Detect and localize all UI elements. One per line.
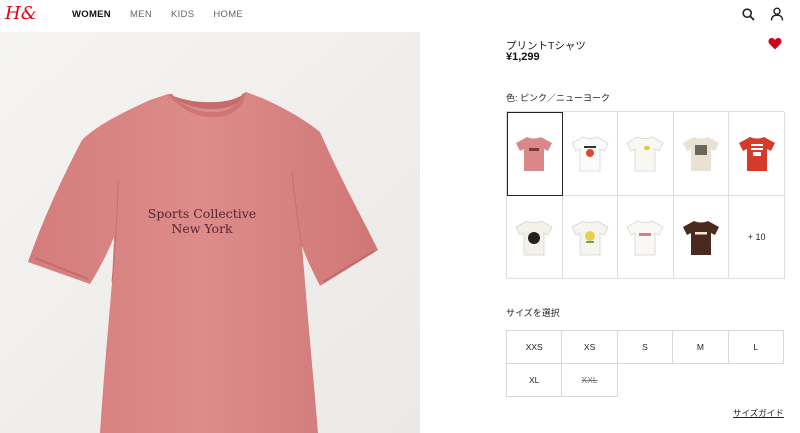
swatch-red-surf[interactable] bbox=[729, 112, 785, 196]
swatch-white-red-print[interactable] bbox=[562, 112, 619, 196]
heart-icon[interactable] bbox=[768, 37, 782, 50]
print-line-1: Sports Collective bbox=[148, 206, 256, 221]
tshirt-illustration: Sports Collective New York bbox=[0, 32, 420, 433]
size-xs[interactable]: XS bbox=[561, 330, 618, 364]
swatch-white-text-print[interactable] bbox=[618, 195, 674, 279]
size-label-text: L bbox=[753, 342, 759, 352]
nav-kids[interactable]: KIDS bbox=[171, 9, 194, 20]
nav-women[interactable]: WOMEN bbox=[72, 9, 111, 20]
size-label-text: S bbox=[642, 342, 648, 352]
svg-text:H&M: H&M bbox=[4, 3, 36, 24]
size-label-text: XXL bbox=[581, 375, 598, 385]
tshirt-thumb-icon bbox=[626, 220, 665, 256]
account-icon[interactable] bbox=[770, 7, 784, 21]
size-grid: XXS XS S M L XL XXL bbox=[506, 330, 784, 397]
swatch-white-lemon[interactable] bbox=[562, 195, 619, 279]
tshirt-thumb-icon bbox=[515, 220, 553, 256]
size-m[interactable]: M bbox=[672, 330, 729, 364]
tshirt-thumb-icon bbox=[626, 136, 665, 172]
swatch-brown-atelier[interactable] bbox=[673, 195, 730, 279]
size-label: サイズを選択 bbox=[506, 308, 560, 318]
swatch-white-small-print[interactable] bbox=[618, 112, 674, 196]
tshirt-thumb-icon bbox=[571, 220, 609, 256]
size-label-text: XS bbox=[583, 342, 596, 352]
size-label-text: XL bbox=[528, 375, 540, 385]
print-line-2: New York bbox=[171, 221, 233, 236]
color-label: 色: ピンク／ニューヨーク bbox=[506, 93, 611, 103]
swatch-beige-print[interactable] bbox=[673, 112, 730, 196]
tshirt-thumb-icon bbox=[683, 220, 720, 255]
more-colors-button[interactable]: + 10 bbox=[729, 195, 785, 279]
tshirt-thumb-icon bbox=[738, 137, 775, 172]
tshirt-thumb-icon bbox=[571, 136, 609, 172]
size-l[interactable]: L bbox=[727, 330, 784, 364]
size-xxs[interactable]: XXS bbox=[506, 330, 563, 364]
color-swatch-grid: + 10 bbox=[506, 111, 785, 279]
product-price: ¥1,299 bbox=[506, 51, 540, 63]
tshirt-thumb-icon bbox=[683, 137, 720, 172]
site-header: H&M WOMEN MEN KIDS HOME bbox=[0, 0, 800, 30]
size-label-text: M bbox=[696, 342, 704, 352]
search-icon[interactable] bbox=[742, 8, 755, 21]
swatch-pink[interactable] bbox=[507, 112, 563, 196]
size-guide-link[interactable]: サイズガイド bbox=[733, 407, 784, 419]
swatch-white-black-flower[interactable] bbox=[507, 195, 563, 279]
main-nav: WOMEN MEN KIDS HOME bbox=[72, 9, 262, 20]
tshirt-thumb-icon bbox=[516, 137, 553, 172]
size-label-text: XXS bbox=[525, 342, 543, 352]
product-image: Sports Collective New York bbox=[0, 32, 420, 433]
nav-men[interactable]: MEN bbox=[130, 9, 152, 20]
size-xxl[interactable]: XXL bbox=[561, 363, 618, 397]
hm-logo[interactable]: H&M bbox=[4, 2, 36, 24]
size-xl[interactable]: XL bbox=[506, 363, 563, 397]
nav-home[interactable]: HOME bbox=[213, 9, 243, 20]
more-colors-label: + 10 bbox=[747, 231, 766, 242]
size-s[interactable]: S bbox=[616, 330, 674, 364]
